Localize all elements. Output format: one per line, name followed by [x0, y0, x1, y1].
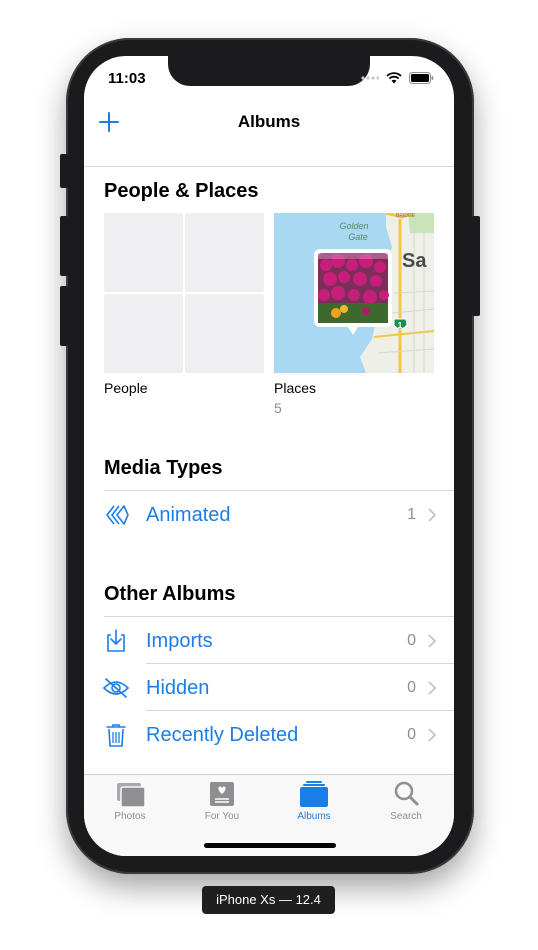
tab-label: Albums [297, 811, 331, 822]
chevron-right-icon [428, 681, 436, 695]
people-placeholder [104, 294, 183, 373]
tab-label: For You [204, 811, 240, 822]
navigation-bar: Albums [84, 100, 454, 144]
wifi-icon [386, 72, 402, 84]
people-placeholder [104, 213, 183, 292]
people-placeholder [185, 213, 264, 292]
tab-for-you[interactable]: For You [176, 775, 268, 825]
chevron-right-icon [428, 508, 436, 522]
status-time: 11:03 [108, 70, 146, 87]
route-shield-label: 1 [398, 321, 403, 330]
album-count: 0 [407, 679, 416, 696]
album-row-recently-deleted[interactable]: Recently Deleted 0 [84, 712, 454, 759]
chevron-right-icon [428, 634, 436, 648]
people-album-tile[interactable]: People [104, 213, 264, 418]
map-label-city: Sa [402, 250, 427, 272]
row-separator [146, 710, 454, 711]
album-count: 1 [407, 506, 416, 523]
album-row-imports[interactable]: Imports 0 [84, 618, 454, 665]
volume-down-button [60, 286, 68, 346]
device-caption: iPhone Xs — 12.4 [202, 886, 335, 914]
silent-switch [60, 154, 68, 188]
map-label-park: Gate [348, 232, 368, 242]
for-you-icon [210, 782, 234, 806]
map-label-bridge: BRIDGE [396, 213, 416, 219]
notch [168, 56, 370, 86]
volume-up-button [60, 216, 68, 276]
albums-icon [300, 781, 328, 807]
battery-icon [409, 72, 434, 84]
album-label: Animated [146, 504, 231, 526]
tab-label: Search [390, 811, 422, 822]
page-title: Albums [237, 112, 301, 131]
nav-separator [84, 166, 454, 167]
section-title-people-places: People & Places [104, 180, 259, 202]
section-separator [104, 490, 454, 491]
home-indicator [204, 843, 336, 848]
photos-icon [117, 783, 145, 808]
people-label: People [104, 380, 148, 396]
places-count: 5 [274, 400, 282, 416]
section-separator [104, 616, 454, 617]
album-row-animated[interactable]: Animated 1 [84, 492, 454, 539]
album-count: 0 [407, 632, 416, 649]
album-count: 0 [407, 726, 416, 743]
map-label-park: Golden [339, 221, 368, 231]
album-label: Recently Deleted [146, 724, 299, 746]
people-placeholder [185, 294, 264, 373]
signal-dots-icon [361, 76, 379, 80]
album-row-hidden[interactable]: Hidden 0 [84, 665, 454, 712]
places-album-tile[interactable]: Golden Gate BRIDGE Sa 1 Places 5 [274, 213, 434, 418]
phone-screen: 11:03 Albums People & Places People Gold… [84, 56, 454, 856]
search-icon [394, 781, 419, 806]
section-title-media-types: Media Types [104, 457, 223, 479]
album-label: Hidden [146, 677, 210, 699]
tab-albums[interactable]: Albums [268, 775, 360, 825]
status-indicators [361, 72, 434, 84]
row-separator [146, 663, 454, 664]
trash-icon [106, 724, 126, 747]
chevron-right-icon [428, 728, 436, 742]
section-title-other-albums: Other Albums [104, 583, 236, 605]
album-label: Imports [146, 630, 213, 652]
power-button [472, 216, 480, 316]
tab-label: Photos [114, 811, 146, 822]
tab-search[interactable]: Search [360, 775, 452, 825]
tab-photos[interactable]: Photos [84, 775, 176, 825]
animated-icon [106, 505, 129, 525]
places-label: Places [274, 380, 317, 396]
hidden-eye-icon [102, 678, 130, 698]
import-icon [107, 629, 125, 652]
places-map-thumbnail: Golden Gate BRIDGE Sa 1 [274, 213, 434, 373]
